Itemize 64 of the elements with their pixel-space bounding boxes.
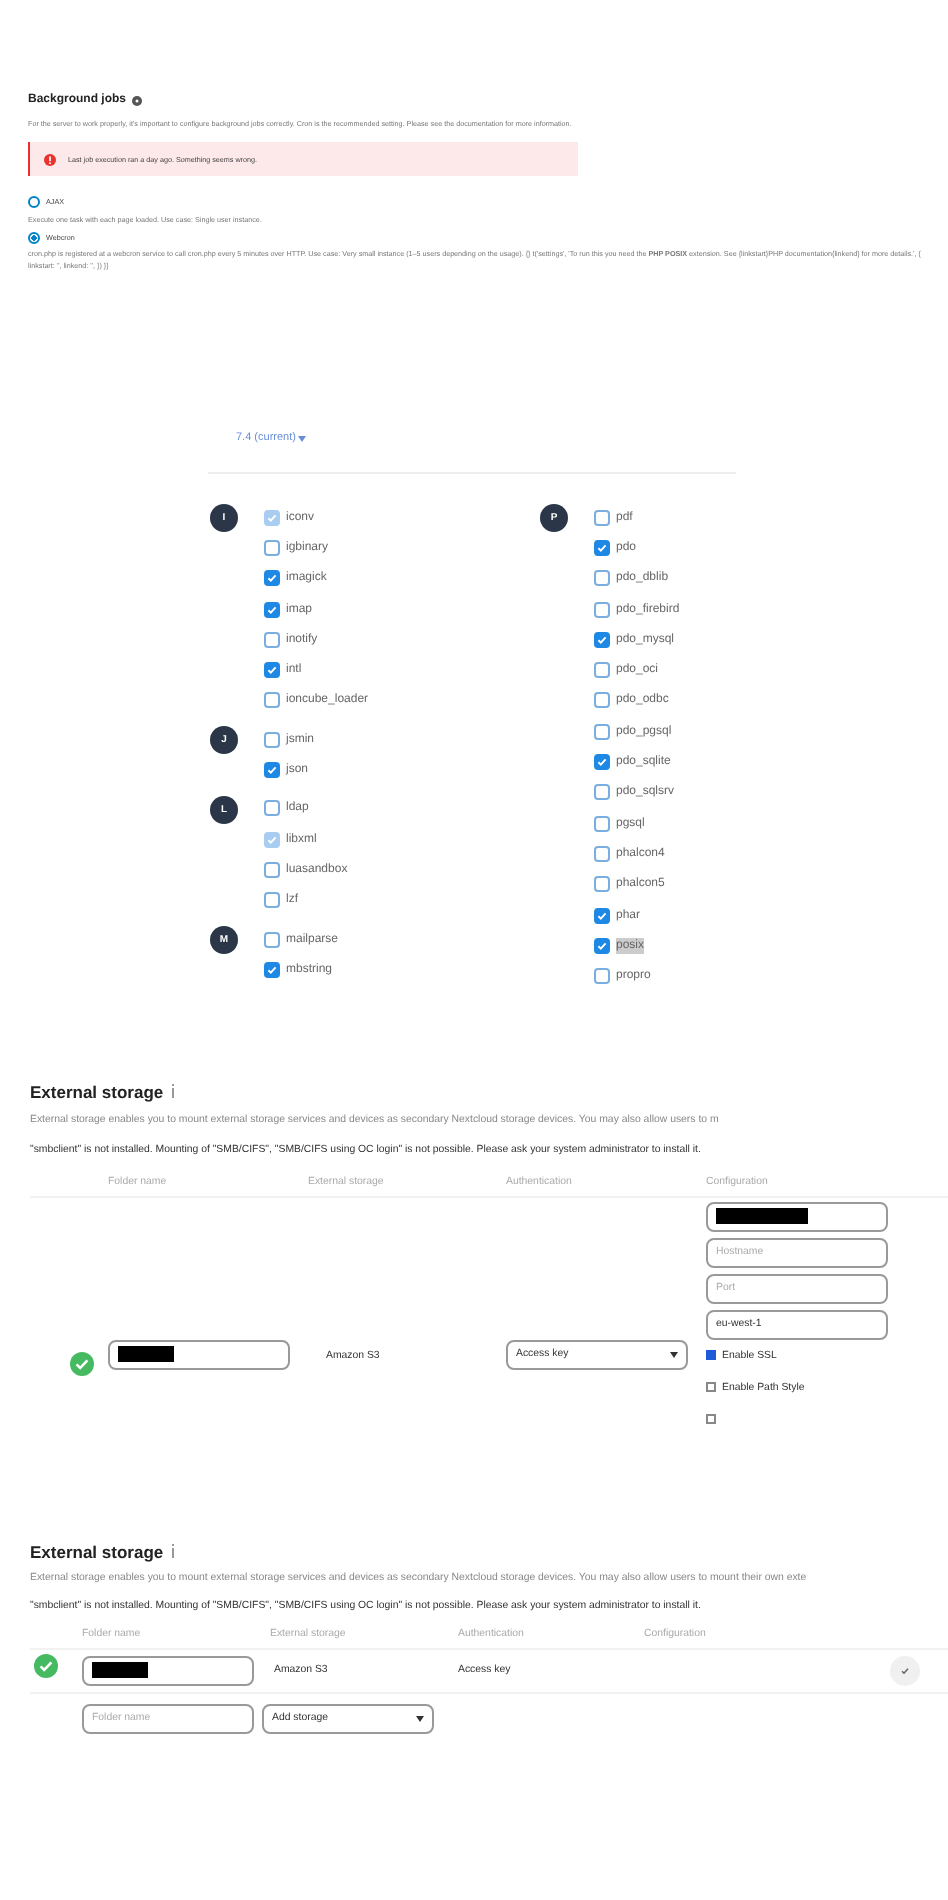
caret-icon [297,435,306,441]
checkmark-icon [266,572,278,585]
section-title: External storage [30,1081,164,1102]
help-icon [132,95,143,105]
folder-name-field[interactable] [82,1655,254,1686]
success-icon [70,1351,94,1376]
info-icon [169,1084,176,1099]
checkbox[interactable] [264,539,280,556]
checkmark-icon [266,764,278,777]
checkmark-icon [596,633,608,646]
checkbox[interactable] [594,601,610,618]
checkbox[interactable] [706,1414,716,1425]
checkbox[interactable] [594,662,610,679]
radio-button[interactable] [28,232,40,244]
caret-icon [416,1715,424,1722]
checkbox[interactable] [264,931,280,947]
checkbox[interactable] [264,731,280,748]
checkmark-icon [266,963,278,976]
checkbox[interactable] [594,907,610,923]
checkbox[interactable] [264,631,280,648]
caret-icon [670,1351,678,1358]
folder-name-field[interactable] [108,1339,290,1370]
checkbox[interactable] [264,570,280,587]
checkbox[interactable] [594,876,610,893]
redacted-bar [118,1346,174,1363]
checkmark-icon [596,909,608,921]
checkbox[interactable] [264,662,280,679]
checkbox[interactable] [264,601,280,618]
checkmark-icon [900,1665,910,1676]
checkbox[interactable] [706,1350,716,1361]
checkbox[interactable] [594,723,610,740]
checkmark-icon [596,756,608,769]
checkbox[interactable] [264,892,280,909]
redacted-bar [92,1662,148,1679]
checkmark-icon [266,664,278,677]
config-field[interactable] [706,1201,888,1232]
checkbox[interactable] [594,539,610,556]
error-icon [44,153,56,165]
checkbox[interactable] [594,968,610,985]
checkbox[interactable] [264,762,280,779]
checkbox[interactable] [594,784,610,801]
save-button[interactable] [890,1655,920,1686]
checkbox[interactable] [594,509,610,526]
checkbox[interactable] [706,1382,716,1393]
checkmark-icon [266,833,278,846]
checkbox[interactable] [594,570,610,587]
checkbox[interactable] [594,631,610,648]
checkbox[interactable] [594,815,610,832]
success-icon [34,1654,58,1679]
checkmark-icon [596,541,608,554]
checkbox[interactable] [594,754,610,771]
radio-button[interactable] [28,196,40,208]
checkmark-icon [266,511,278,524]
checkmark-icon [596,939,608,952]
info-icon [169,1544,176,1559]
checkbox[interactable] [594,692,610,709]
checkmark-icon [266,603,278,616]
checkbox[interactable] [264,861,280,878]
section-title: External storage [30,1541,164,1562]
checkbox[interactable] [264,800,280,817]
checkbox[interactable] [264,961,280,978]
checkbox[interactable] [264,692,280,709]
checkbox[interactable] [594,845,610,862]
checkbox[interactable] [594,937,610,954]
